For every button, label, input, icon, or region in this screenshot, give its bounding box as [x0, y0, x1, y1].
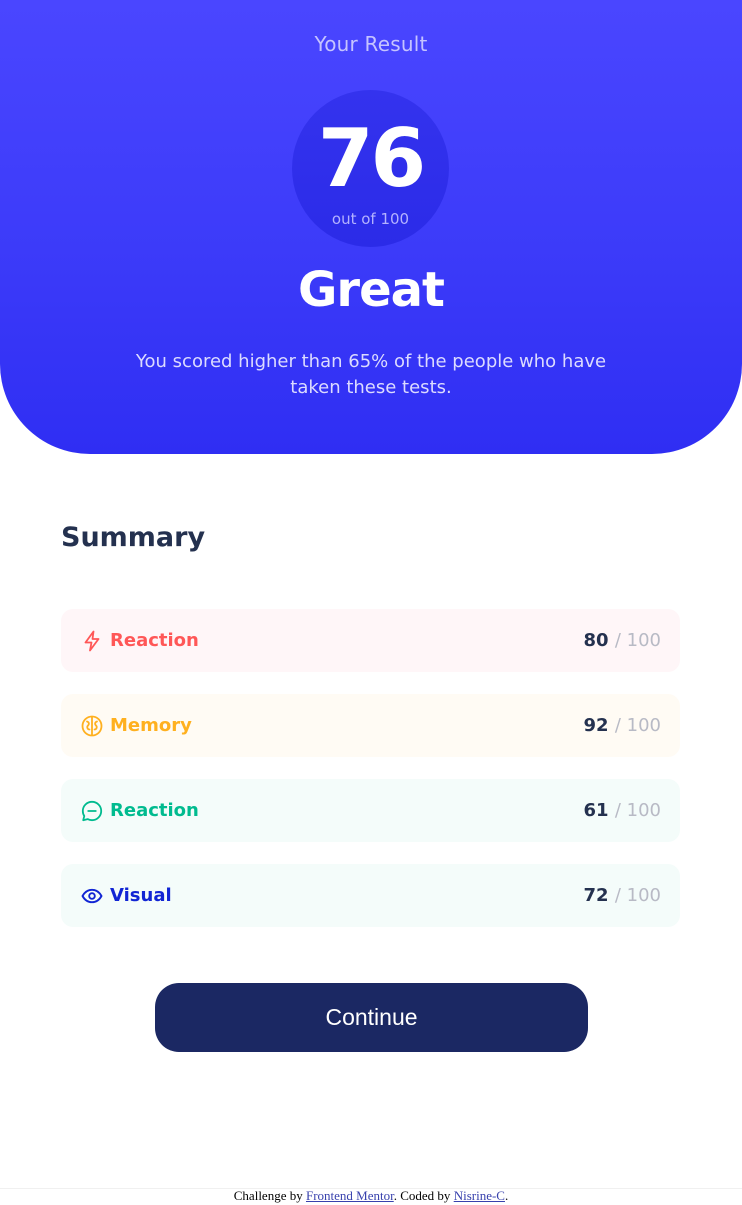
summary-item-label: Memory — [110, 715, 192, 736]
author-link[interactable]: Nisrine-C — [454, 1188, 505, 1203]
footer-suffix: . — [504, 1188, 509, 1203]
summary-title: Summary — [61, 522, 206, 553]
summary-item-memory: Memory 92 / 100 — [61, 694, 680, 757]
brain-icon — [80, 714, 104, 738]
summary-item-score: 80 / 100 — [584, 629, 662, 653]
summary-item-score: 61 / 100 — [584, 799, 662, 823]
result-grade: Great — [298, 262, 445, 318]
continue-button[interactable]: Continue — [155, 983, 588, 1052]
eye-icon — [80, 884, 104, 908]
lightning-icon — [80, 629, 104, 653]
summary-item-label: Reaction — [110, 800, 199, 821]
score-max: / 100 — [614, 715, 661, 736]
score-max: / 100 — [614, 630, 661, 651]
score-value: 92 — [583, 715, 609, 736]
frontend-mentor-link[interactable]: Frontend Mentor — [306, 1188, 394, 1203]
attribution-footer: Challenge by Frontend Mentor. Coded by N… — [0, 1188, 742, 1204]
results-page: Your Result 76 out of 100 Great You scor… — [0, 0, 742, 1205]
score-value: 76 — [317, 112, 426, 205]
summary-item-visual: Visual 72 / 100 — [61, 864, 680, 927]
score-max-label: out of 100 — [331, 210, 410, 228]
result-panel: Your Result 76 out of 100 Great You scor… — [0, 0, 742, 454]
summary-item-label: Visual — [110, 885, 172, 906]
score-max: / 100 — [614, 885, 661, 906]
chat-bubble-icon — [80, 799, 104, 823]
summary-item-label: Reaction — [110, 630, 199, 651]
summary-item-score: 72 / 100 — [584, 884, 662, 908]
summary-item-reaction: Reaction 80 / 100 — [61, 609, 680, 672]
score-value: 72 — [583, 885, 609, 906]
summary-item-reaction-2: Reaction 61 / 100 — [61, 779, 680, 842]
score-value: 61 — [583, 800, 609, 821]
footer-middle: . Coded by — [393, 1188, 451, 1203]
score-circle: 76 out of 100 — [292, 90, 449, 247]
summary-item-score: 92 / 100 — [584, 714, 662, 738]
footer-prefix: Challenge by — [233, 1188, 303, 1203]
score-value: 80 — [583, 630, 609, 651]
result-description: You scored higher than 65% of the people… — [135, 351, 607, 398]
result-title: Your Result — [314, 32, 428, 56]
score-max: / 100 — [614, 800, 661, 821]
